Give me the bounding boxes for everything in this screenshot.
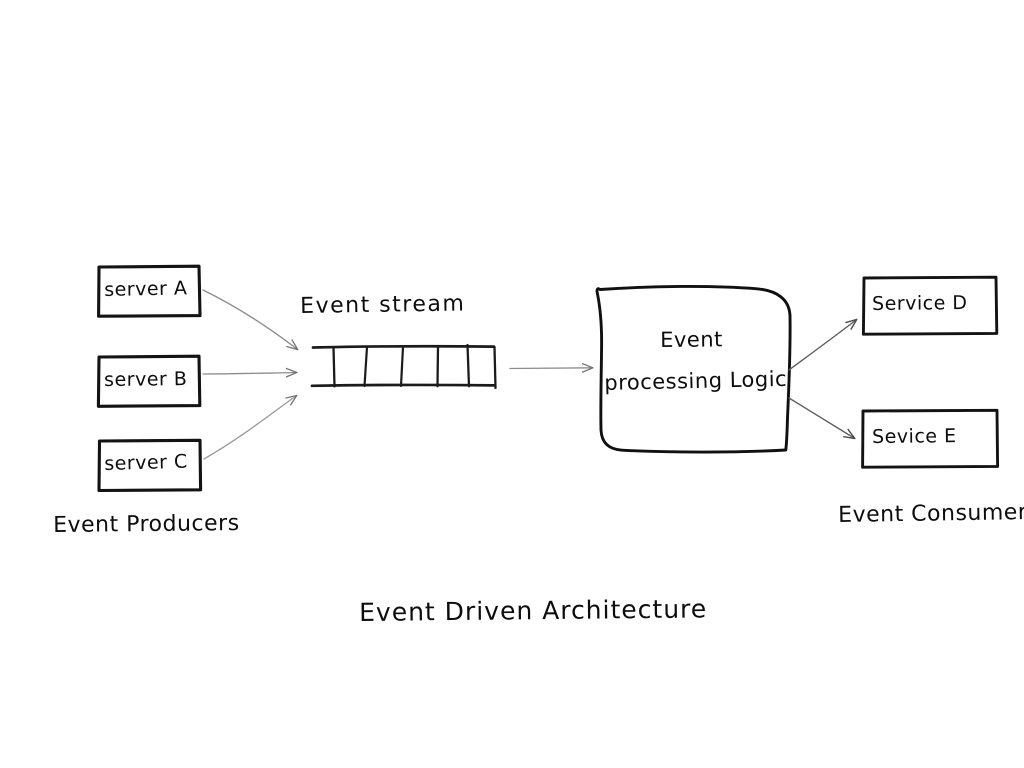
event-stream-queue[interactable] [310,343,497,390]
diagram-canvas: server A server B server C Event Produce… [0,0,1024,768]
producers-group-label: Event Producers [53,511,240,538]
arrow-server-a-to-stream [202,289,297,349]
producer-label-server-b: server B [104,368,188,391]
processor-label-line1: Event [660,327,723,352]
consumer-label-service-d: Service D [872,292,968,315]
arrow-processor-to-service-e [788,397,854,438]
processor-label-line2: processing Logic [604,366,788,395]
producer-label-server-a: server A [104,277,188,301]
arrow-server-b-to-stream [202,373,296,375]
consumers-group-label: Event Consumers [838,499,1024,528]
consumer-label-service-e: Sevice E [872,425,957,448]
arrow-stream-to-processor [509,368,592,369]
arrow-processor-to-service-d [788,320,856,371]
arrow-server-c-to-stream [203,396,296,460]
producer-label-server-c: server C [104,450,189,475]
event-stream-label: Event stream [300,291,466,319]
diagram-title: Event Driven Architecture [359,594,708,627]
